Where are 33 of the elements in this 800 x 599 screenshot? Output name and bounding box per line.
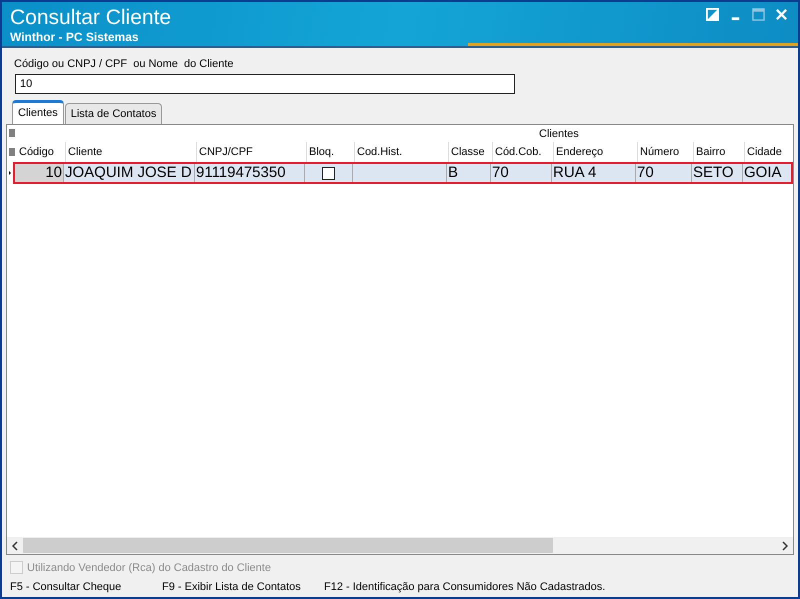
column-header[interactable]: Código (17, 142, 65, 162)
band-header: Clientes (539, 128, 579, 140)
window-title: Consultar Cliente (10, 6, 172, 30)
table-cell: JOAQUIM JOSE D (63, 164, 194, 182)
table-row[interactable]: 10 JOAQUIM JOSE D 91119475350 B 70 RUA 4 70 SETO GOIA (13, 162, 793, 184)
search-label: Código ou CNPJ / CPF ou Nome do Cliente (14, 57, 234, 71)
table-cell: RUA 4 (551, 164, 635, 182)
tab[interactable]: Lista de Contatos (64, 103, 162, 124)
scroll-right-icon[interactable] (782, 540, 788, 550)
checkbox-label: Utilizando Vendedor (Rca) do Cadastro do Cliente (27, 562, 271, 574)
table-cell: SETO (691, 164, 742, 182)
shortcut-hint: F12 - Identificação para Consumidores Não Cadastrados. (324, 581, 606, 595)
horizontal-scrollbar[interactable] (7, 537, 793, 554)
table-cell: 10 (15, 164, 63, 182)
table-cell: B (446, 164, 490, 182)
table-cell: 70 (490, 164, 551, 182)
restore-icon[interactable] (706, 8, 719, 21)
table-cell: 91119475350 (194, 164, 304, 182)
table-cell: GOIA (742, 164, 791, 182)
shortcut-hint: F5 - Consultar Cheque (10, 581, 122, 595)
row-pointer-icon (9, 168, 11, 178)
shortcut-hint: F9 - Exibir Lista de Contatos (162, 581, 302, 595)
grid-menu-icon[interactable] (9, 129, 15, 138)
grid-menu-icon[interactable] (9, 148, 15, 156)
maximize-icon[interactable] (752, 8, 765, 21)
scroll-thumb[interactable] (23, 538, 553, 553)
search-field[interactable]: 10 (15, 74, 515, 94)
tab[interactable]: Clientes (12, 100, 64, 124)
close-icon[interactable] (775, 8, 788, 21)
checkbox[interactable] (322, 166, 335, 180)
table-cell: 70 (635, 164, 691, 182)
window-subtitle: Winthor - PC Sistemas (10, 30, 140, 44)
scroll-left-icon[interactable] (12, 540, 18, 550)
